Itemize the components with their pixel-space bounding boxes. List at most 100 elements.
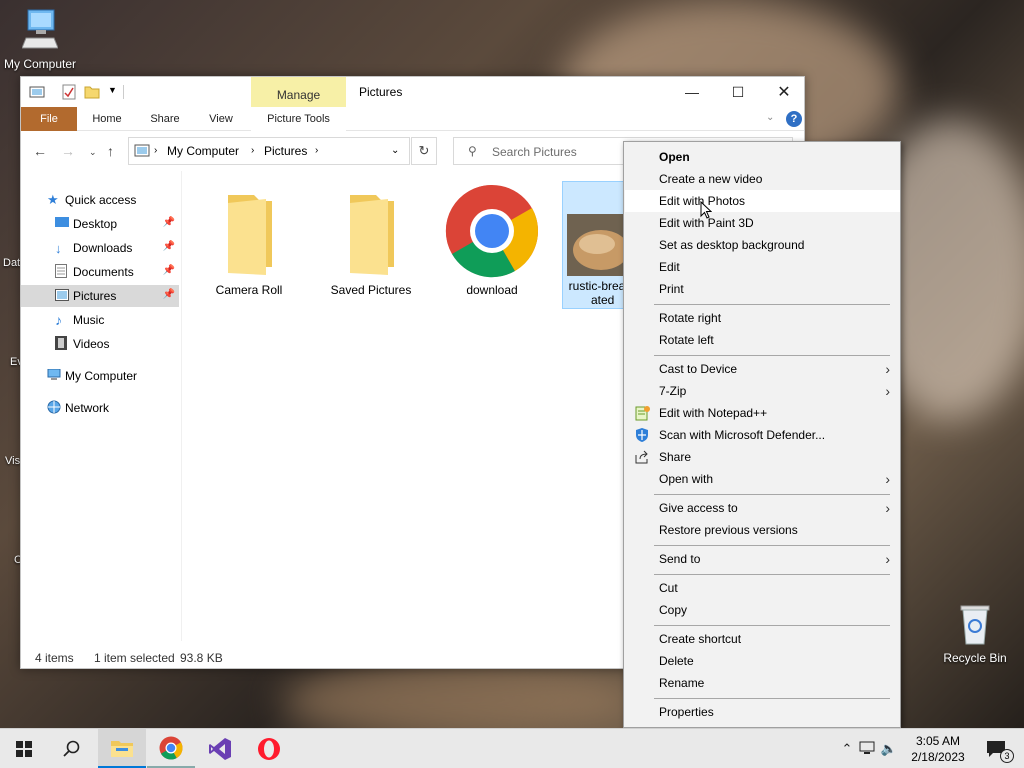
menu-item-create-shortcut[interactable]: Create shortcut [625,628,900,650]
nav-documents[interactable]: Documents 📌 [21,261,179,283]
menu-item-label: Cast to Device [659,362,738,376]
breadcrumb-chevron-icon[interactable]: › [154,145,157,156]
menu-item-defender[interactable]: Scan with Microsoft Defender... [625,424,900,446]
taskbar-chrome[interactable] [147,729,195,768]
nav-downloads[interactable]: ↓ Downloads 📌 [21,237,179,259]
file-item-saved-pictures[interactable]: Saved Pictures [321,181,421,311]
refresh-button[interactable]: ↻ [411,137,437,165]
forward-button[interactable]: → [61,143,75,159]
tab-home[interactable]: Home [83,107,131,131]
file-item-rustic-bread[interactable]: rustic-brea ated [562,181,632,309]
chevron-up-icon[interactable]: ⌃ [838,741,856,757]
maximize-button[interactable]: ☐ [715,77,761,107]
address-dropdown-icon[interactable]: ⌄ [391,145,399,156]
desktop-icon-label: Recycle Bin [943,651,1007,665]
desktop-icon [55,216,73,232]
pin-icon: 📌 [162,265,175,276]
pictures-icon [55,288,73,304]
menu-item-open[interactable]: Open [625,146,900,168]
menu-item-share[interactable]: Share [625,446,900,468]
folder-icon [228,195,272,275]
breadcrumb-pictures[interactable]: Pictures [264,144,307,158]
menu-item-7zip[interactable]: 7-Zip › [625,380,900,402]
menu-item-edit[interactable]: Edit [625,256,900,278]
menu-separator [654,355,890,356]
menu-item-copy[interactable]: Copy [625,599,900,621]
menu-item-notepad[interactable]: Edit with Notepad++ [625,402,900,424]
nav-music[interactable]: ♪ Music [21,309,179,331]
share-icon [635,450,648,464]
taskbar-visual-studio[interactable] [196,729,244,768]
tab-share[interactable]: Share [141,107,189,131]
chrome-icon [445,184,539,278]
desktop-edge-label: Dat [3,257,21,269]
visual-studio-icon [209,738,231,760]
taskbar-file-explorer[interactable] [98,729,146,768]
help-icon[interactable]: ? [786,111,802,127]
recent-locations-dropdown[interactable]: ⌄ [89,147,97,158]
menu-item-send-to[interactable]: Send to › [625,548,900,570]
recycle-bin-icon [960,605,990,645]
desktop-icon-recycle-bin[interactable]: Recycle Bin [935,602,1015,665]
file-item-download[interactable]: download [442,181,542,311]
tab-file[interactable]: File [21,107,77,131]
breadcrumb-chevron-icon[interactable]: › [315,145,318,156]
notification-center-button[interactable]: 3 [972,729,1020,768]
taskbar-opera[interactable] [245,729,293,768]
desktop-icon-my-computer[interactable]: My Computer [0,8,80,71]
breadcrumb-my-computer[interactable]: My Computer [167,144,239,158]
nav-my-computer[interactable]: My Computer [21,365,179,387]
minimize-button[interactable]: — [669,77,715,107]
close-button[interactable]: ✕ [761,77,807,107]
start-button[interactable] [0,729,48,768]
network-icon[interactable] [856,741,878,758]
tab-picture-tools[interactable]: Picture Tools [251,107,346,131]
nav-label: Quick access [65,193,137,207]
menu-item-edit-photos[interactable]: Edit with Photos [625,190,900,212]
tab-view[interactable]: View [197,107,245,131]
file-label: rustic-brea [568,279,626,293]
ribbon-expand-icon[interactable]: ⌄ [766,112,774,123]
nav-quick-access[interactable]: ★ Quick access [21,189,179,211]
nav-desktop[interactable]: Desktop 📌 [21,213,179,235]
menu-item-rotate-left[interactable]: Rotate left [625,329,900,351]
menu-item-give-access[interactable]: Give access to › [625,497,900,519]
menu-item-rotate-right[interactable]: Rotate right [625,307,900,329]
menu-item-restore[interactable]: Restore previous versions [625,519,900,541]
menu-item-open-with[interactable]: Open with › [625,468,900,490]
properties-icon[interactable] [61,84,77,100]
menu-item-rename[interactable]: Rename [625,672,900,694]
menu-item-create-video[interactable]: Create a new video [625,168,900,190]
nav-videos[interactable]: Videos [21,333,179,355]
menu-item-edit-paint3d[interactable]: Edit with Paint 3D [625,212,900,234]
clock-date: 2/18/2023 [911,750,965,764]
taskbar-clock[interactable]: 3:05 AM 2/18/2023 [908,733,968,765]
pin-icon: 📌 [162,241,175,252]
file-label: ated [591,293,615,307]
search-button[interactable] [48,729,96,768]
windows-logo-icon [16,741,32,757]
breadcrumb-chevron-icon[interactable]: › [251,145,254,156]
menu-item-cast[interactable]: Cast to Device › [625,358,900,380]
menu-item-label: Send to [659,552,701,566]
search-placeholder: Search Pictures [492,145,577,159]
menu-item-print[interactable]: Print [625,278,900,300]
new-folder-icon[interactable] [84,84,100,100]
address-bar[interactable]: › My Computer › Pictures › ⌄ [128,137,410,165]
quick-access-dropdown-icon[interactable]: ▼ [108,85,117,95]
nav-label: My Computer [65,369,138,383]
nav-label: Network [65,401,110,415]
nav-network[interactable]: Network [21,397,179,419]
menu-item-properties[interactable]: Properties [625,701,900,723]
volume-icon[interactable]: 🔈 [878,741,900,757]
menu-item-cut[interactable]: Cut [625,577,900,599]
up-button[interactable]: ↑ [107,143,114,159]
menu-item-delete[interactable]: Delete [625,650,900,672]
window-app-icon[interactable] [29,84,45,100]
back-button[interactable]: ← [33,143,47,159]
menu-item-set-background[interactable]: Set as desktop background [625,234,900,256]
menu-item-label: 7-Zip [659,384,687,398]
file-item-camera-roll[interactable]: Camera Roll [199,181,299,311]
nav-pictures[interactable]: Pictures 📌 [21,285,179,307]
menu-item-label: Open with [659,472,714,486]
